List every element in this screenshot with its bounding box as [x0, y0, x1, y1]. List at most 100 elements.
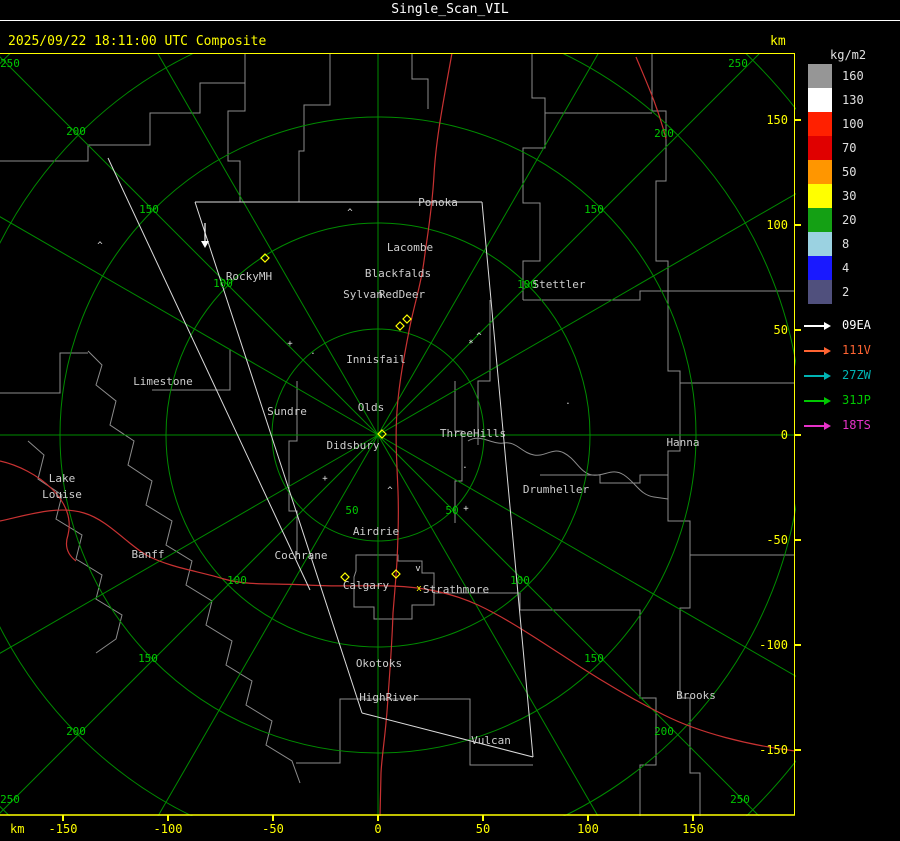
- county-boundary: [411, 53, 429, 109]
- county-boundary: [522, 53, 546, 300]
- range-label: 200: [66, 125, 86, 138]
- right-axis-label: -100: [759, 638, 788, 652]
- track-id-label: 18TS: [842, 418, 871, 432]
- site-diamond: [395, 321, 405, 331]
- city-label: Strathmore: [423, 583, 489, 596]
- city-label: RockyMH: [226, 270, 272, 283]
- city-label: Banff: [131, 548, 164, 561]
- right-axis-tick: [795, 644, 801, 646]
- colorbar-swatch-4: [808, 256, 832, 280]
- colorbar-swatch-20: [808, 208, 832, 232]
- colorbar-value: 70: [842, 141, 857, 155]
- city-label: Blackfalds: [365, 267, 431, 280]
- bottom-axis-tick: [692, 815, 694, 821]
- right-axis-label: 50: [773, 323, 788, 337]
- bottom-axis-tick: [482, 815, 484, 821]
- bottom-axis-label: 100: [577, 822, 599, 836]
- city-label: Lake: [49, 472, 76, 485]
- city-label: Okotoks: [356, 657, 402, 670]
- obs-symbol: +: [322, 474, 328, 484]
- colorbar-value: 30: [842, 189, 857, 203]
- track-arrow-head: [824, 322, 831, 330]
- storm-arrow-head: [201, 241, 209, 248]
- city-label: RedDeer: [379, 288, 426, 301]
- city-label: Louise: [42, 488, 82, 501]
- right-axis-label: 0: [780, 428, 788, 442]
- right-axis-tick: [795, 329, 801, 331]
- track-id-label: 31JP: [842, 393, 871, 407]
- obs-symbol: +: [463, 504, 469, 514]
- obs-symbol: +: [287, 339, 293, 349]
- city-label: Didsbury: [327, 439, 380, 452]
- county-boundary: [0, 352, 88, 394]
- county-boundary: [298, 53, 331, 202]
- obs-symbol: .: [310, 347, 315, 357]
- range-label: 200: [654, 127, 674, 140]
- range-label: 150: [584, 652, 604, 665]
- bottom-axis-unit: km: [10, 822, 25, 836]
- bottom-axis-label: -50: [262, 822, 284, 836]
- right-axis-tick: [795, 749, 801, 751]
- colorbar-value: 160: [842, 69, 864, 83]
- radar-app-window: Single_Scan_VIL 2025/09/22 18:11:00 UTC …: [0, 0, 900, 841]
- city-label: Sundre: [267, 405, 307, 418]
- city-label: HighRiver: [359, 691, 419, 704]
- track-arrow-line: [804, 350, 824, 352]
- city-label: Sylvan: [343, 288, 383, 301]
- right-axis-label: -150: [759, 743, 788, 757]
- city-label: Calgary: [343, 579, 390, 592]
- city-label: Airdrie: [353, 525, 399, 538]
- range-label: 250: [730, 793, 750, 806]
- obs-symbol: ^: [476, 332, 482, 342]
- colorbar-value: 8: [842, 237, 850, 251]
- site-diamond: [402, 314, 412, 324]
- right-axis-unit: km: [770, 34, 786, 49]
- track-id-label: 111V: [842, 343, 871, 357]
- right-axis-tick: [795, 539, 801, 541]
- range-label: 50: [445, 504, 458, 517]
- track-id-label: 27ZW: [842, 368, 871, 382]
- city-label: ThreeHills: [440, 427, 506, 440]
- bottom-axis-label: 0: [374, 822, 382, 836]
- bottom-axis-tick: [272, 815, 274, 821]
- right-axis-label: 100: [766, 218, 788, 232]
- bottom-axis-tick: [587, 815, 589, 821]
- county-boundary: [434, 592, 657, 816]
- track-arrow-head: [824, 372, 831, 380]
- city-label: Limestone: [133, 375, 193, 388]
- colorbar-swatch-70: [808, 136, 832, 160]
- track-id-label: 09EA: [842, 318, 871, 332]
- bottom-axis-tick: [377, 815, 379, 821]
- colorbar-swatch-30: [808, 184, 832, 208]
- scan-timestamp: 2025/09/22 18:11:00 UTC Composite: [8, 34, 267, 49]
- range-label: 150: [584, 203, 604, 216]
- scan-area-outline: [107, 157, 311, 591]
- range-label: 250: [728, 57, 748, 70]
- range-label: 50: [345, 504, 358, 517]
- obs-symbol: v: [415, 564, 420, 574]
- bottom-axis-label: -150: [48, 822, 78, 836]
- colorbar-value: 130: [842, 93, 864, 107]
- right-axis-label: -50: [766, 533, 788, 547]
- track-arrow-line: [804, 325, 824, 327]
- window-title: Single_Scan_VIL: [0, 0, 900, 21]
- range-label: 200: [66, 725, 86, 738]
- bottom-axis-tick: [62, 815, 64, 821]
- county-boundary: [540, 474, 668, 484]
- bottom-axis-tick: [167, 815, 169, 821]
- city-label: Brooks: [676, 689, 716, 702]
- bottom-axis-label: 50: [475, 822, 491, 836]
- obs-symbol: .: [565, 397, 570, 407]
- track-arrow-head: [824, 397, 831, 405]
- colorbar-swatch-50: [808, 160, 832, 184]
- track-arrow-line: [804, 375, 824, 377]
- colorbar-swatch-160: [808, 64, 832, 88]
- colorbar-swatch-130: [808, 88, 832, 112]
- radial-line-210: [157, 434, 379, 816]
- obs-symbol: ^: [347, 208, 353, 218]
- radial-line-60: [377, 193, 796, 436]
- colorbar-value: 2: [842, 285, 850, 299]
- bottom-axis-label: -100: [153, 822, 183, 836]
- colorbar-value: 20: [842, 213, 857, 227]
- track-arrow-line: [804, 400, 824, 402]
